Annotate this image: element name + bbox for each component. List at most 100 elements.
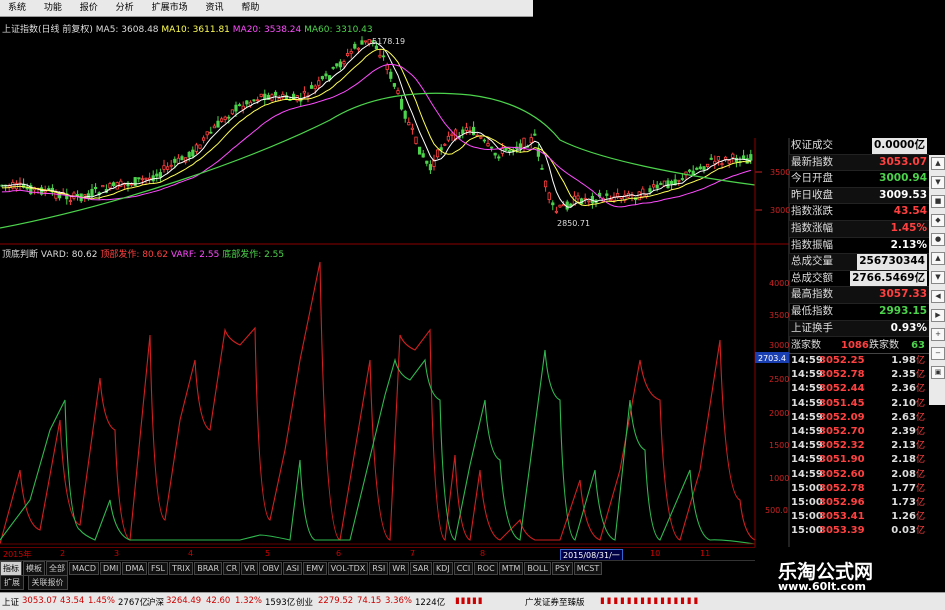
info-value: 0.93%: [890, 321, 927, 334]
indicator-tab[interactable]: DMA: [122, 562, 147, 575]
tick-price: 3053.41: [819, 511, 865, 523]
indicator-tab[interactable]: 指标: [0, 561, 22, 576]
tick-volume: 2.39亿: [891, 425, 925, 437]
time-label: 8: [480, 549, 486, 558]
tick-row: 15:00 3053.41 1.26亿: [789, 510, 929, 524]
indicator-tab[interactable]: OBV: [259, 562, 283, 575]
toolbar-button-icon[interactable]: ▲: [931, 252, 945, 265]
indicator-tab[interactable]: KDJ: [432, 562, 453, 575]
info-value: 3009.53: [879, 188, 927, 201]
indicator-tab[interactable]: ROC: [474, 562, 498, 575]
hs-volume: 1593亿: [265, 598, 296, 608]
info-value: 3000.94: [879, 172, 927, 185]
info-row: 今日开盘 3000.94: [789, 171, 929, 188]
hs-change: 42.60: [206, 596, 231, 606]
advance-decline-row: 涨家数 1086 跌家数 63: [789, 339, 929, 354]
indicator-tab[interactable]: CCI: [453, 562, 474, 575]
info-label: 今日开盘: [791, 172, 833, 185]
tick-price: 3052.25: [819, 355, 865, 366]
right-toolbar: ▲ ▼ ■ ◆ ● ▲ ▼ ◀ ▶ + − ▣: [929, 155, 945, 405]
tick-volume: 1.73亿: [891, 496, 925, 508]
toolbar-button-icon[interactable]: ◀: [931, 290, 945, 303]
indicator-tab[interactable]: FSL: [147, 562, 168, 575]
toolbar-button-icon[interactable]: ◆: [931, 214, 945, 227]
indicator-tab[interactable]: 模板: [23, 561, 45, 576]
time-label: 3: [114, 549, 120, 558]
info-value: 2.13%: [890, 238, 927, 251]
info-value: 0.0000亿: [871, 138, 927, 154]
indicator-tab[interactable]: PSY: [551, 562, 573, 575]
indicator-tab[interactable]: BRAR: [194, 562, 223, 575]
indicator-tab[interactable]: DMI: [99, 562, 122, 575]
time-label: 4: [188, 549, 194, 558]
indicator-name[interactable]: 顶底判断: [2, 250, 38, 260]
indicator-tab[interactable]: VR: [241, 562, 259, 575]
indicator-tab[interactable]: TRIX: [168, 562, 194, 575]
indicator-tab[interactable]: MACD: [69, 562, 99, 575]
tab-extend[interactable]: 扩展: [0, 575, 24, 590]
cy-volume: 1224亿: [415, 598, 446, 608]
info-value: 1.45%: [890, 221, 927, 234]
info-row: 上证换手 0.93%: [789, 320, 929, 338]
status-bar: 上证 3053.07 43.54 1.45% 2767亿 沪深 3264.49 …: [0, 592, 945, 610]
tick-price: 3052.70: [819, 425, 865, 437]
indicator-tab[interactable]: 全部: [46, 561, 68, 576]
toolbar-button-icon[interactable]: +: [931, 328, 945, 341]
down-count-label: 跌家数: [869, 340, 899, 351]
info-row: 总成交额 2766.5469亿: [789, 270, 929, 288]
time-axis: 2015年 2 3 4 5 6 7 8 2015/08/31/一 10 11: [0, 547, 755, 562]
info-row: 指数振幅 2.13%: [789, 238, 929, 255]
tick-row: 15:00 3052.96 1.73亿: [789, 496, 929, 510]
ind-axis-label: 1500: [769, 441, 789, 450]
tick-row: 14:59 3052.09 2.63亿: [789, 411, 929, 425]
indicator-tab[interactable]: WR: [389, 562, 409, 575]
time-label: 2: [60, 549, 66, 558]
toolbar-button-icon[interactable]: ▶: [931, 309, 945, 322]
tab-related-quotes[interactable]: 关联报价: [27, 575, 68, 590]
ind-axis-label: 3000: [769, 341, 789, 350]
toolbar-button-icon[interactable]: ▲: [931, 157, 945, 170]
toolbar-button-icon[interactable]: ▼: [931, 271, 945, 284]
indicator-tabs: 指标 模板 全部 MACD DMI DMA FSL TRIX BRAR CR VR OBV ASI EMV…: [0, 560, 755, 576]
extension-tabs: 扩展 关联报价: [0, 575, 755, 590]
indicator-tab[interactable]: RSI: [369, 562, 389, 575]
ind-marker: 2703.4: [758, 354, 786, 363]
sh-pct: 1.45%: [88, 596, 116, 606]
tick-price: 3051.90: [819, 454, 865, 466]
info-row: 总成交量 256730344: [789, 254, 929, 271]
info-label: 指数振幅: [791, 238, 833, 251]
toolbar-button-icon[interactable]: ■: [931, 195, 945, 208]
toolbar-button-icon[interactable]: ●: [931, 233, 945, 246]
sh-price: 3053.07: [22, 596, 58, 606]
indicator-tab[interactable]: MCST: [573, 562, 603, 575]
status-indicator-icon: ▮▮▮▮▮: [455, 596, 484, 606]
tick-row: 14:59 3051.90 2.18亿: [789, 453, 929, 467]
tick-row: 14:59 3052.44 2.36亿: [789, 382, 929, 396]
indicator-tab[interactable]: EMV: [303, 562, 327, 575]
bottom-signal-label: 底部发作: 2.55: [222, 250, 285, 260]
indicator-tab[interactable]: BOLL: [524, 562, 551, 575]
indicator-tab[interactable]: VOL-TDX: [327, 562, 369, 575]
toolbar-button-icon[interactable]: −: [931, 347, 945, 360]
indicator-tab[interactable]: ASI: [283, 562, 303, 575]
info-value: 3053.07: [879, 155, 927, 168]
indicator-tab[interactable]: CR: [223, 562, 241, 575]
tick-volume: 1.98亿: [891, 355, 925, 366]
tick-price: 3052.32: [819, 440, 865, 452]
indicator-tab[interactable]: MTM: [498, 562, 524, 575]
top-signal-label: 顶部发作: 80.62: [100, 250, 169, 260]
tick-volume: 2.13亿: [891, 440, 925, 452]
watermark: 乐淘公式网 www.60lt.com: [760, 555, 945, 595]
indicator-tab[interactable]: SAR: [409, 562, 432, 575]
info-row: 权证成交 0.0000亿: [789, 138, 929, 155]
ind-axis-label: 4000: [769, 279, 789, 288]
low-annotation: 2850.71: [557, 219, 590, 228]
info-value: 3057.33: [879, 288, 927, 301]
toolbar-button-icon[interactable]: ▣: [931, 366, 945, 379]
info-value: 2766.5469亿: [850, 270, 927, 287]
up-count-label: 涨家数: [791, 340, 821, 351]
tick-price: 3052.96: [819, 496, 865, 508]
tick-price: 3052.09: [819, 411, 865, 423]
toolbar-button-icon[interactable]: ▼: [931, 176, 945, 189]
tick-volume: 2.18亿: [891, 454, 925, 466]
